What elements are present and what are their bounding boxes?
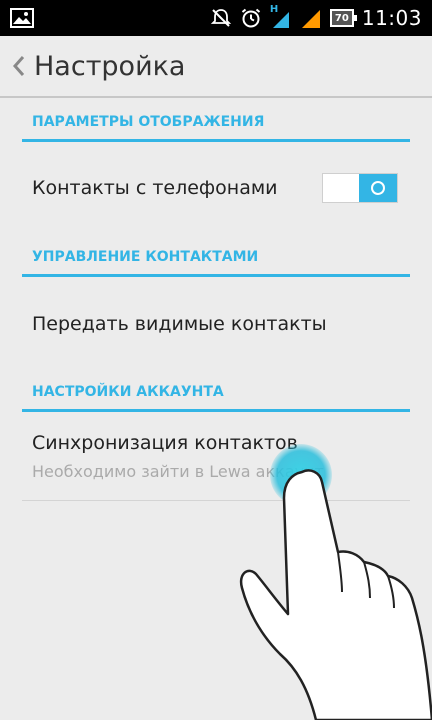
signal-icon xyxy=(301,10,320,28)
page-title: Настройка xyxy=(34,50,186,82)
battery-level: 70 xyxy=(334,12,349,24)
chevron-left-icon xyxy=(12,56,25,76)
section-header-label: НАСТРОЙКИ АККАУНТА xyxy=(32,384,224,400)
battery-icon: 70 xyxy=(329,9,357,27)
alarm-icon xyxy=(241,8,260,28)
section-header-label: УПРАВЛЕНИЕ КОНТАКТАМИ xyxy=(32,249,259,265)
toggle-thumb xyxy=(359,174,397,202)
section-header-account-settings: НАСТРОЙКИ АККАУНТА xyxy=(22,376,410,412)
hand-pointer-icon xyxy=(239,469,432,720)
pref-title: Контакты с телефонами xyxy=(32,177,278,199)
image-icon xyxy=(10,8,34,28)
status-icons: H 70 11:03 xyxy=(210,0,422,36)
section-header-display: ПАРАМЕТРЫ ОТОБРАЖЕНИЯ xyxy=(22,106,410,142)
toggle-on-icon xyxy=(371,181,385,195)
pref-contacts-with-phones[interactable]: Контакты с телефонами xyxy=(22,145,410,233)
back-button[interactable]: Настройка xyxy=(0,36,197,96)
pref-share-visible-contacts[interactable]: Передать видимые контакты xyxy=(22,280,410,368)
signal-h-icon: H xyxy=(270,4,292,30)
status-bar: H 70 11:03 xyxy=(0,0,432,36)
contacts-with-phones-toggle[interactable] xyxy=(322,173,398,203)
pref-title: Синхронизация контактов xyxy=(32,432,298,454)
pref-title: Передать видимые контакты xyxy=(32,313,327,335)
status-clock: 11:03 xyxy=(361,6,422,30)
action-bar: Настройка xyxy=(0,36,432,98)
section-header-manage-contacts: УПРАВЛЕНИЕ КОНТАКТАМИ xyxy=(22,241,410,277)
muted-icon xyxy=(210,9,232,27)
section-header-label: ПАРАМЕТРЫ ОТОБРАЖЕНИЯ xyxy=(32,114,265,130)
